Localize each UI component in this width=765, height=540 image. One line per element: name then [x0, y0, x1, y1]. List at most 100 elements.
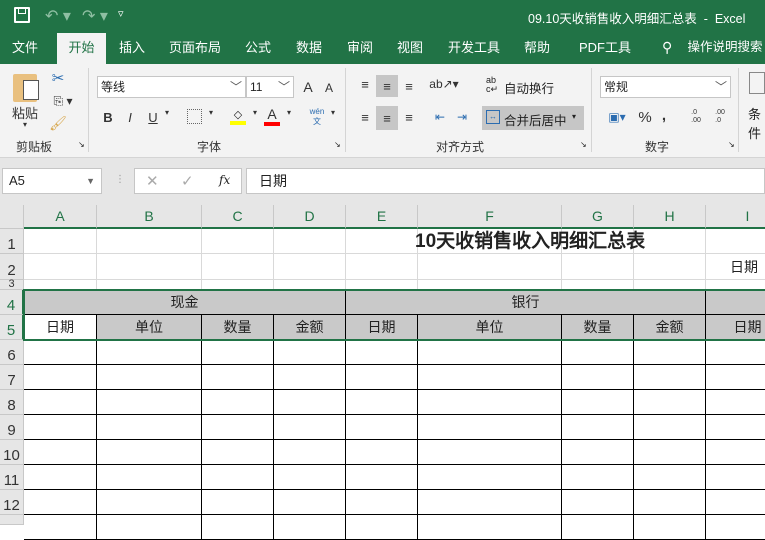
table-cell[interactable] — [706, 490, 765, 515]
row-header-partial[interactable] — [0, 515, 24, 525]
table-cell[interactable] — [274, 465, 346, 490]
table-cell[interactable] — [562, 340, 634, 365]
align-bottom-icon[interactable]: ≡ — [399, 76, 419, 96]
enter-icon[interactable]: ✓ — [181, 172, 194, 190]
tab-page-layout[interactable]: 页面布局 — [166, 33, 224, 64]
orientation-icon[interactable]: ab↗▾ — [429, 74, 458, 94]
shrink-font-button[interactable]: A — [320, 78, 338, 98]
table-cell[interactable] — [274, 440, 346, 465]
align-middle-icon[interactable]: ≡ — [376, 75, 398, 97]
table-cell[interactable] — [634, 390, 706, 415]
table-cell[interactable] — [274, 415, 346, 440]
table-cell[interactable] — [346, 440, 418, 465]
table-cell[interactable] — [418, 440, 562, 465]
conditional-format-button[interactable]: 条件 — [748, 104, 765, 142]
table-cell[interactable] — [634, 415, 706, 440]
table-cell[interactable] — [418, 490, 562, 515]
table-cell[interactable] — [24, 390, 97, 415]
row-header-1[interactable]: 1 — [0, 229, 24, 254]
row-header-7[interactable]: 7 — [0, 365, 24, 390]
cell[interactable] — [562, 280, 634, 290]
table-cell[interactable] — [706, 340, 765, 365]
tell-me-search[interactable]: 操作说明搜索 — [686, 33, 764, 64]
column-label-cell[interactable]: 金额 — [274, 315, 346, 340]
cell[interactable] — [97, 280, 202, 290]
column-header-I[interactable]: I — [706, 205, 765, 229]
cell[interactable] — [202, 280, 274, 290]
tab-home[interactable]: 开始 — [57, 33, 106, 64]
save-icon[interactable] — [14, 7, 30, 23]
cell[interactable] — [418, 280, 562, 290]
paste-button[interactable]: 粘贴 — [8, 104, 42, 121]
cell[interactable] — [562, 254, 634, 280]
cell[interactable] — [706, 280, 765, 290]
table-cell[interactable] — [24, 465, 97, 490]
cancel-icon[interactable]: ✕ — [146, 172, 159, 190]
table-cell[interactable] — [202, 365, 274, 390]
cell[interactable] — [274, 280, 346, 290]
table-cell[interactable] — [274, 490, 346, 515]
row-header-11[interactable]: 11 — [0, 465, 24, 490]
increase-decimal-button[interactable]: .0 .00 — [686, 106, 706, 128]
cell[interactable] — [274, 229, 346, 254]
table-cell[interactable] — [202, 390, 274, 415]
table-cell[interactable] — [97, 340, 202, 365]
cell[interactable] — [346, 280, 418, 290]
tab-help[interactable]: 帮助 — [521, 33, 553, 64]
decrease-indent-icon[interactable]: ⇤ — [430, 106, 450, 128]
cell[interactable] — [634, 280, 706, 290]
redo-icon[interactable]: ↷ ▾ — [82, 6, 108, 26]
formula-input[interactable]: 日期 — [246, 168, 765, 194]
cell[interactable] — [706, 229, 765, 254]
sheet-title[interactable]: 10天收销售收入明细汇总表 — [415, 229, 645, 254]
column-header-A[interactable]: A — [24, 205, 97, 229]
fill-dropdown-icon[interactable]: ▾ — [250, 108, 260, 117]
font-color-dropdown-icon[interactable]: ▾ — [284, 108, 294, 117]
formula-bar-grip[interactable]: ⋮ — [115, 174, 125, 185]
cell[interactable] — [202, 229, 274, 254]
table-cell[interactable] — [418, 365, 562, 390]
table-cell[interactable] — [97, 515, 202, 540]
table-cell[interactable] — [706, 515, 765, 540]
cell[interactable] — [202, 254, 274, 280]
table-cell[interactable] — [274, 365, 346, 390]
font-color-button[interactable]: A — [264, 106, 280, 126]
name-box[interactable]: A5 ▼ — [2, 168, 102, 194]
table-cell[interactable] — [634, 490, 706, 515]
row-header-10[interactable]: 10 — [0, 440, 24, 465]
customize-qat-icon[interactable]: ▿ — [118, 7, 124, 20]
table-cell[interactable] — [346, 465, 418, 490]
column-label-cell[interactable]: 日期 — [706, 315, 765, 340]
table-cell[interactable] — [706, 440, 765, 465]
format-painter-icon[interactable]: 🖌 — [48, 114, 68, 132]
column-label-cell[interactable]: 数量 — [202, 315, 274, 340]
table-cell[interactable] — [346, 340, 418, 365]
table-cell[interactable] — [562, 365, 634, 390]
table-cell[interactable] — [562, 490, 634, 515]
number-launcher-icon[interactable]: ↘ — [728, 140, 735, 149]
column-label-cell[interactable]: 数量 — [562, 315, 634, 340]
table-cell[interactable] — [562, 415, 634, 440]
copy-icon[interactable]: ⎘ ▾ — [48, 92, 78, 110]
column-label-cell[interactable]: 日期 — [346, 315, 418, 340]
row-header-8[interactable]: 8 — [0, 390, 24, 415]
table-cell[interactable] — [562, 465, 634, 490]
group-header-next[interactable] — [706, 290, 765, 315]
italic-button[interactable]: I — [122, 108, 138, 126]
row-header-9[interactable]: 9 — [0, 415, 24, 440]
table-cell[interactable] — [418, 515, 562, 540]
row-header-4[interactable]: 4 — [0, 290, 24, 315]
cell[interactable] — [24, 229, 97, 254]
tab-developer[interactable]: 开发工具 — [447, 33, 501, 64]
table-cell[interactable] — [202, 340, 274, 365]
align-left-icon[interactable]: ≡ — [355, 106, 375, 128]
table-cell[interactable] — [562, 515, 634, 540]
table-cell[interactable] — [24, 440, 97, 465]
column-header-E[interactable]: E — [346, 205, 418, 229]
border-dropdown-icon[interactable]: ▾ — [206, 108, 216, 117]
row-header-5[interactable]: 5 — [0, 315, 24, 340]
insert-function-button[interactable]: fx — [219, 173, 230, 187]
accounting-format-icon[interactable]: ▣▾ — [602, 106, 632, 128]
group-header-bank[interactable]: 银行 — [346, 290, 706, 315]
table-cell[interactable] — [346, 365, 418, 390]
